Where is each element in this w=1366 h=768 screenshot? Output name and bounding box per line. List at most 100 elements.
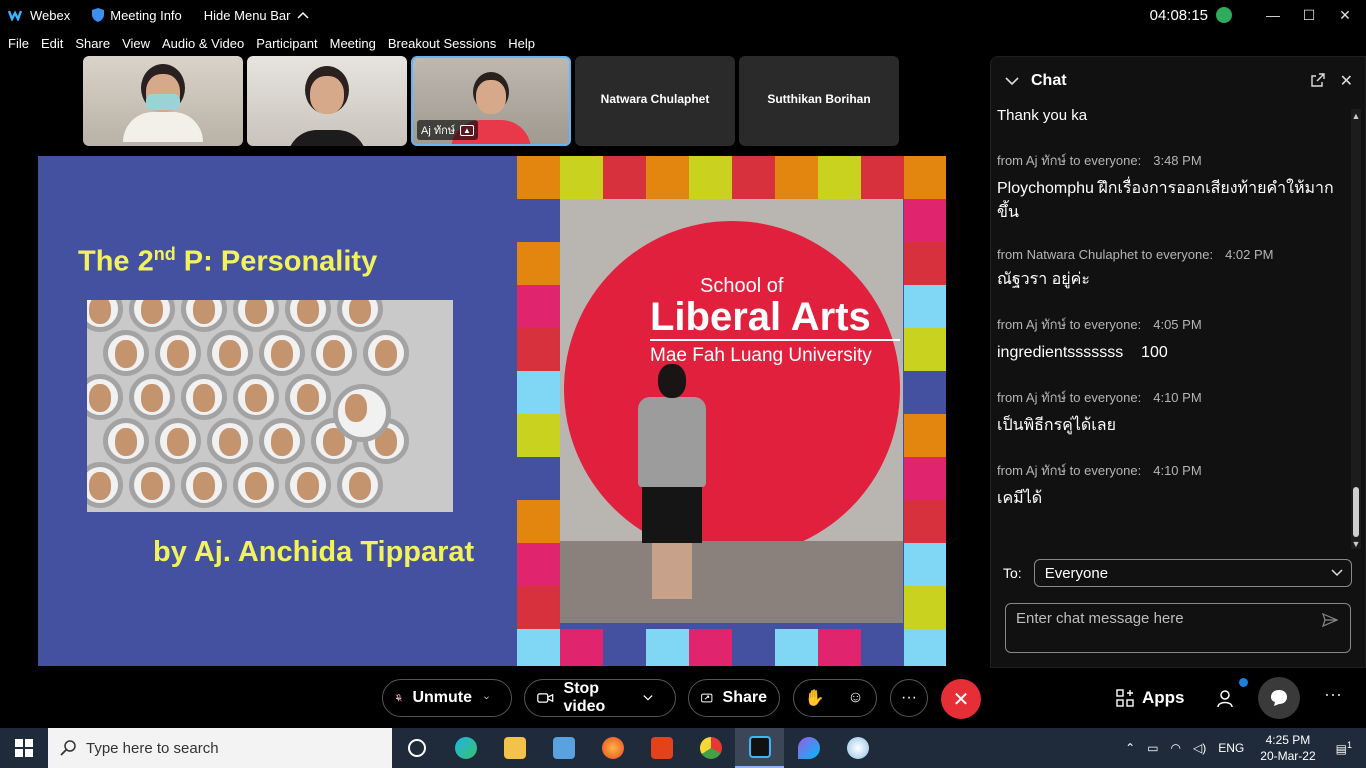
face-hex-tile	[207, 330, 253, 376]
frame-color-tile	[517, 586, 560, 629]
taskbar-app-office[interactable]	[637, 728, 686, 768]
title-bar: Webex Meeting Info Hide Menu Bar 04:08:1…	[0, 0, 1366, 30]
frame-color-tile	[904, 414, 946, 457]
tray-chevron-up-icon[interactable]: ⌃	[1125, 741, 1135, 755]
frame-color-tile	[732, 629, 775, 666]
end-call-icon[interactable]: ✕	[941, 679, 981, 719]
close-chat-button[interactable]: ✕	[1340, 71, 1353, 91]
network-stats-icon[interactable]	[1216, 7, 1232, 23]
notification-center-icon[interactable]: ▤1	[1336, 740, 1352, 756]
menu-view[interactable]: View	[122, 36, 150, 51]
unmute-label: Unmute	[412, 689, 473, 706]
language-indicator[interactable]: ENG	[1218, 741, 1244, 755]
stop-video-button[interactable]: Stop video	[524, 679, 676, 717]
close-window-button[interactable]: ✕	[1330, 7, 1360, 24]
chevron-down-icon[interactable]	[643, 694, 653, 702]
chat-header: Chat ✕	[991, 69, 1366, 93]
taskbar-app-firefox[interactable]	[588, 728, 637, 768]
face-hex-tile	[337, 300, 383, 332]
taskbar-app-chrome[interactable]	[686, 728, 735, 768]
chat-scrollbar[interactable]: ▲ ▼	[1351, 109, 1361, 549]
chat-toggle-button[interactable]	[1258, 677, 1300, 719]
faces-collage-image	[87, 300, 453, 512]
sign-text: Mae Fah Luang University	[650, 345, 872, 366]
participant-video-tile[interactable]: Natwara Chulaphet	[575, 56, 735, 146]
taskbar-app-file-explorer[interactable]	[490, 728, 539, 768]
scroll-thumb[interactable]	[1353, 487, 1359, 537]
participants-icon[interactable]	[1216, 688, 1238, 710]
participant-video-tile[interactable]	[247, 56, 407, 146]
start-button[interactable]	[0, 728, 48, 768]
recipient-value: Everyone	[1044, 564, 1109, 582]
chat-message-text: Thank you ka	[997, 107, 1088, 124]
share-button[interactable]: Share	[688, 679, 780, 717]
chat-title: Chat	[1031, 72, 1067, 89]
taskbar-app-edge[interactable]	[441, 728, 490, 768]
taskbar-app-maps[interactable]	[784, 728, 833, 768]
taskbar-time: 4:25 PM	[1265, 732, 1311, 747]
share-icon	[701, 693, 713, 703]
more-options-button[interactable]: ···	[890, 679, 928, 717]
raise-hand-icon[interactable]: ✋	[794, 688, 835, 708]
recipient-select[interactable]: Everyone	[1033, 559, 1352, 587]
taskbar-search-input[interactable]: Type here to search	[48, 728, 392, 768]
menu-help[interactable]: Help	[508, 36, 535, 51]
floor	[560, 541, 903, 623]
hide-menu-bar-label: Hide Menu Bar	[203, 7, 291, 23]
windows-icon	[15, 739, 33, 757]
battery-icon[interactable]: ▭	[1147, 741, 1158, 755]
unmute-button[interactable]: Unmute	[382, 679, 512, 717]
taskbar-app-webex[interactable]	[735, 728, 784, 768]
menu-audio-video[interactable]: Audio & Video	[162, 36, 244, 51]
more-panels-button[interactable]: ···	[1324, 684, 1342, 705]
face-hex-tile	[259, 418, 305, 464]
menu-share[interactable]: Share	[75, 36, 110, 51]
maximize-button[interactable]: ☐	[1294, 7, 1324, 24]
system-tray: ⌃ ▭ ◠ ◁) ENG 4:25 PM 20-Mar-22 ▤1	[1119, 728, 1366, 768]
task-view-button[interactable]	[392, 728, 441, 768]
menu-meeting[interactable]: Meeting	[330, 36, 376, 51]
frame-color-tile	[689, 629, 732, 666]
chat-message-input[interactable]: Enter chat message here	[1005, 603, 1351, 653]
wifi-icon[interactable]: ◠	[1171, 741, 1181, 755]
reaction-icon[interactable]: ☺	[835, 689, 876, 707]
sign-divider	[650, 339, 900, 341]
volume-icon[interactable]: ◁)	[1193, 741, 1206, 755]
popout-icon[interactable]	[1311, 73, 1325, 87]
minimize-button[interactable]: —	[1258, 7, 1288, 23]
sign-text: Liberal Arts	[650, 295, 871, 339]
chat-recipient-row: To: Everyone	[1003, 559, 1352, 587]
edge-icon	[454, 737, 477, 759]
face-hex-tile	[363, 330, 409, 376]
chat-message-sender: from Aj ทักษ์ to everyone:	[997, 316, 1142, 332]
menu-breakout-sessions[interactable]: Breakout Sessions	[388, 36, 496, 51]
scroll-down-arrow[interactable]: ▼	[1351, 539, 1361, 549]
menu-file[interactable]: File	[8, 36, 29, 51]
frame-color-tile	[517, 199, 560, 242]
frame-color-tile	[560, 156, 603, 199]
apps-button[interactable]: Apps	[1116, 688, 1185, 708]
office-icon	[650, 737, 673, 759]
taskbar-clock[interactable]: 4:25 PM 20-Mar-22	[1260, 732, 1315, 764]
taskbar-app-paint[interactable]	[833, 728, 882, 768]
chevron-down-icon[interactable]	[484, 694, 489, 702]
camera-icon	[537, 693, 554, 703]
taskbar-app-control-panel[interactable]	[539, 728, 588, 768]
frame-color-tile	[517, 371, 560, 414]
frame-color-tile	[904, 586, 946, 629]
chevron-up-icon	[296, 11, 309, 19]
menu-edit[interactable]: Edit	[41, 36, 63, 51]
hide-menu-bar-button[interactable]: Hide Menu Bar	[204, 8, 309, 23]
scroll-up-arrow[interactable]: ▲	[1351, 111, 1361, 121]
participant-video-tile[interactable]: Sutthikan Borihan	[739, 56, 899, 146]
participant-video-tile[interactable]	[83, 56, 243, 146]
chat-message-sender: from Natwara Chulaphet to everyone:	[997, 246, 1214, 262]
menu-participant[interactable]: Participant	[256, 36, 317, 51]
chevron-down-icon[interactable]	[1005, 76, 1019, 86]
meeting-info-button[interactable]: Meeting Info	[92, 8, 182, 23]
chat-message: from Aj ทักษ์ to everyone: 4:05 PM ingred…	[997, 314, 1347, 365]
participant-video-tile-active-speaker[interactable]: Aj ทักษ์ ▲	[411, 56, 571, 146]
send-icon[interactable]	[1322, 612, 1338, 628]
chat-message: from Aj ทักษ์ to everyone: 4:10 PM เป็นพิ…	[997, 387, 1347, 438]
frame-color-tile	[517, 629, 560, 666]
